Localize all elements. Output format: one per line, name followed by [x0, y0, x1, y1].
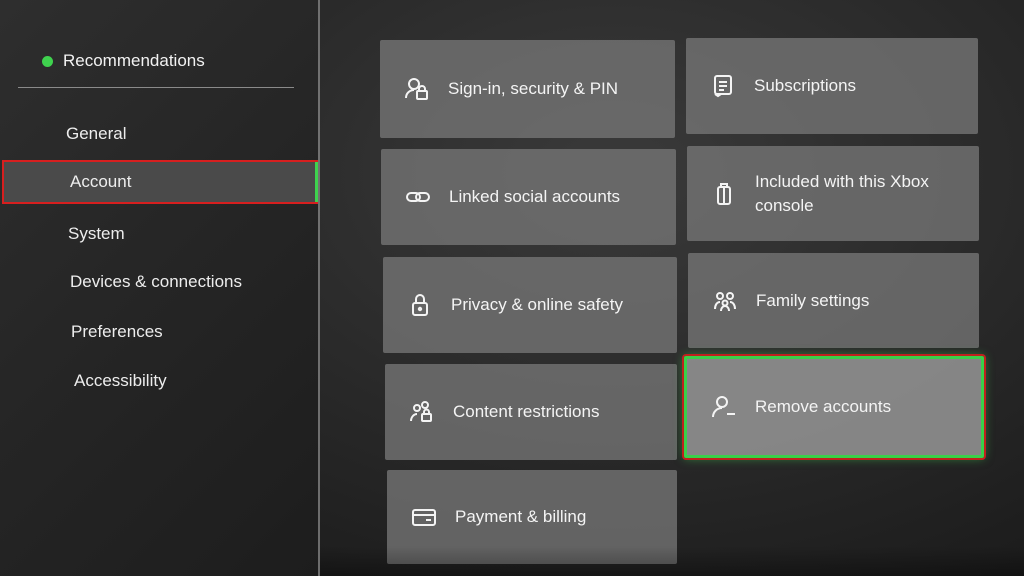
receipt-icon: [710, 73, 736, 99]
screen-edge-shadow: [320, 546, 1024, 576]
tile-label: Family settings: [756, 290, 870, 310]
tile-content-restrictions[interactable]: Content restrictions: [385, 364, 677, 460]
nav-divider: [18, 87, 294, 88]
sidebar-item-preferences[interactable]: Preferences: [71, 320, 163, 344]
tile-label: Sign-in, security & PIN: [448, 79, 619, 98]
tile-family-settings[interactable]: Family settings: [688, 253, 979, 348]
link-icon: [405, 184, 431, 210]
tile-label: Included with this Xbox console: [755, 171, 929, 215]
sidebar-item-label: General: [66, 124, 127, 143]
sidebar-item-label: Devices & connections: [70, 272, 242, 291]
sidebar-item-label: Account: [70, 172, 132, 191]
lock-icon: [407, 292, 433, 318]
tile-remove-accounts[interactable]: Remove accounts: [684, 356, 984, 458]
credit-card-icon: [411, 504, 437, 530]
tile-linked-social-accounts[interactable]: Linked social accounts: [381, 149, 676, 245]
user-lock-icon: [404, 76, 430, 102]
sidebar-item-account[interactable]: Account: [2, 160, 318, 204]
recommendations-item[interactable]: Recommendations: [42, 49, 205, 73]
sidebar-item-label: System: [68, 224, 125, 243]
tile-label: Content restrictions: [453, 402, 600, 421]
pane-divider: [318, 0, 320, 576]
sidebar-item-system[interactable]: System: [68, 222, 125, 246]
tile-label: Linked social accounts: [449, 187, 621, 206]
tile-label: Subscriptions: [754, 76, 857, 95]
recommendations-label: Recommendations: [63, 51, 205, 70]
tile-subscriptions[interactable]: Subscriptions: [686, 38, 978, 134]
sidebar-item-label: Accessibility: [74, 371, 167, 390]
tile-label: Privacy & online safety: [451, 295, 623, 314]
sidebar-item-devices-connections[interactable]: Devices & connections: [70, 270, 242, 294]
sidebar-item-label: Preferences: [71, 322, 163, 341]
family-icon: [712, 288, 738, 314]
sidebar-item-general[interactable]: General: [66, 122, 126, 146]
tile-included-with-xbox[interactable]: Included with this Xbox console: [687, 146, 979, 241]
people-lock-icon: [409, 399, 435, 425]
tile-sign-in-security-pin[interactable]: Sign-in, security & PIN: [380, 40, 675, 138]
tile-privacy-online-safety[interactable]: Privacy & online safety: [383, 257, 677, 353]
settings-nav-pane: Recommendations General Account System D…: [0, 0, 318, 576]
status-dot-icon: [42, 55, 53, 67]
tile-label: Remove accounts: [755, 397, 892, 416]
gift-icon: [711, 181, 737, 207]
tile-label: Payment & billing: [455, 507, 587, 526]
sidebar-item-accessibility[interactable]: Accessibility: [74, 369, 167, 393]
person-remove-icon: [711, 394, 737, 420]
